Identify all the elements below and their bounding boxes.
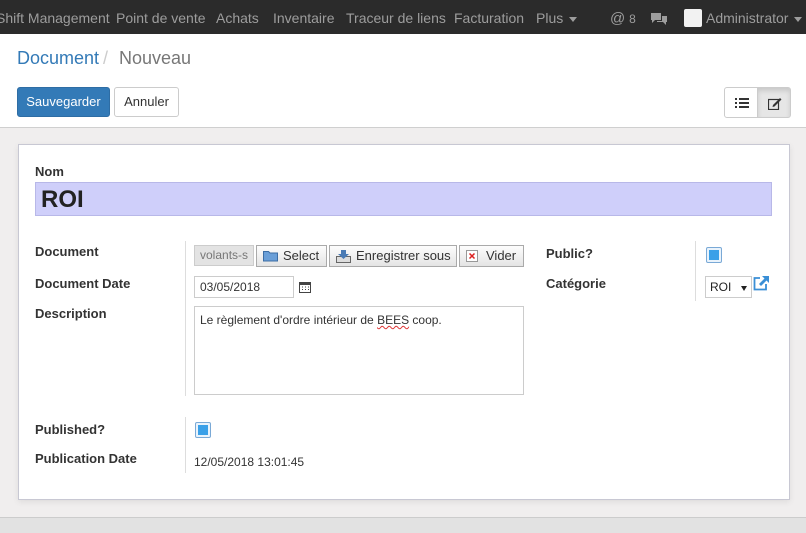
breadcrumb-parent[interactable]: Document — [17, 48, 99, 69]
breadcrumb-current: Nouveau — [119, 48, 192, 68]
chevron-down-icon — [569, 16, 578, 22]
file-clear-button[interactable]: Vider — [459, 245, 524, 267]
category-value: ROI — [710, 280, 732, 294]
chevron-down-icon — [794, 16, 803, 22]
public-label: Public? — [546, 246, 593, 261]
mentions-count: 8 — [629, 12, 636, 26]
name-field[interactable]: ROI — [35, 182, 772, 216]
document-label: Document — [35, 244, 99, 259]
save-button[interactable]: Sauvegarder — [17, 87, 110, 117]
user-menu[interactable]: Administrator — [684, 0, 803, 34]
menu-shift-management[interactable]: Shift Management — [0, 0, 110, 34]
edit-icon — [768, 98, 782, 110]
chat-icon — [651, 13, 667, 26]
control-panel: Document / Nouveau Sauvegarder Annuler — [0, 34, 806, 128]
list-view-button[interactable] — [724, 87, 758, 118]
chatter-bar — [0, 517, 806, 533]
description-textarea[interactable]: Le règlement d'ordre intérieur de BEES c… — [194, 306, 524, 395]
at-icon: @ — [610, 10, 626, 27]
category-select[interactable]: ROI — [705, 276, 752, 298]
file-select-button[interactable]: Select — [256, 245, 327, 267]
menu-traceur-de-liens[interactable]: Traceur de liens — [346, 0, 446, 34]
publication-date-label: Publication Date — [35, 451, 137, 466]
description-text-end: coop. — [409, 313, 442, 327]
file-select-label: Select — [283, 248, 320, 263]
calendar-icon[interactable] — [299, 281, 311, 293]
description-misspelled-word: BEES — [377, 313, 410, 327]
file-save-as-button[interactable]: Enregistrer sous — [329, 245, 457, 267]
document-date-label: Document Date — [35, 276, 131, 291]
menu-plus[interactable]: Plus — [536, 0, 578, 34]
mentions-button[interactable]: @ 8 — [610, 0, 636, 34]
description-text-start: Le règlement d'ordre intérieur de — [200, 313, 378, 327]
menu-point-de-vente[interactable]: Point de vente — [116, 0, 206, 34]
divider — [695, 241, 696, 301]
publication-date-value: 12/05/2018 13:01:45 — [194, 455, 305, 469]
file-name-field: volants-s — [194, 245, 254, 266]
published-checkbox[interactable] — [195, 422, 211, 438]
top-navbar: Shift Management Point de vente Achats I… — [0, 0, 806, 34]
category-label: Catégorie — [546, 276, 606, 291]
messaging-button[interactable] — [650, 0, 668, 34]
breadcrumb-separator: / — [103, 48, 109, 68]
document-date-field[interactable]: 03/05/2018 — [194, 276, 294, 298]
description-label: Description — [35, 306, 107, 321]
menu-facturation[interactable]: Facturation — [454, 0, 524, 34]
menu-achats[interactable]: Achats — [216, 0, 259, 34]
avatar — [684, 9, 702, 28]
file-save-as-label: Enregistrer sous — [356, 248, 451, 263]
public-checkbox[interactable] — [706, 247, 722, 263]
form-sheet: Nom ROI Document Document Date Descripti… — [18, 144, 790, 500]
user-name: Administrator — [706, 10, 789, 26]
folder-icon — [263, 251, 278, 262]
clear-icon — [466, 250, 478, 262]
list-icon — [735, 98, 749, 108]
chevron-down-icon — [741, 286, 747, 291]
name-label: Nom — [35, 164, 64, 179]
form-view-button[interactable] — [757, 87, 791, 118]
divider — [185, 241, 186, 396]
external-link-icon[interactable] — [753, 275, 770, 291]
file-clear-label: Vider — [486, 248, 517, 263]
published-label: Published? — [35, 422, 106, 437]
discard-button[interactable]: Annuler — [114, 87, 179, 117]
menu-plus-label: Plus — [536, 10, 564, 26]
divider — [185, 417, 186, 473]
download-icon — [336, 250, 351, 263]
menu-inventaire[interactable]: Inventaire — [273, 0, 334, 34]
